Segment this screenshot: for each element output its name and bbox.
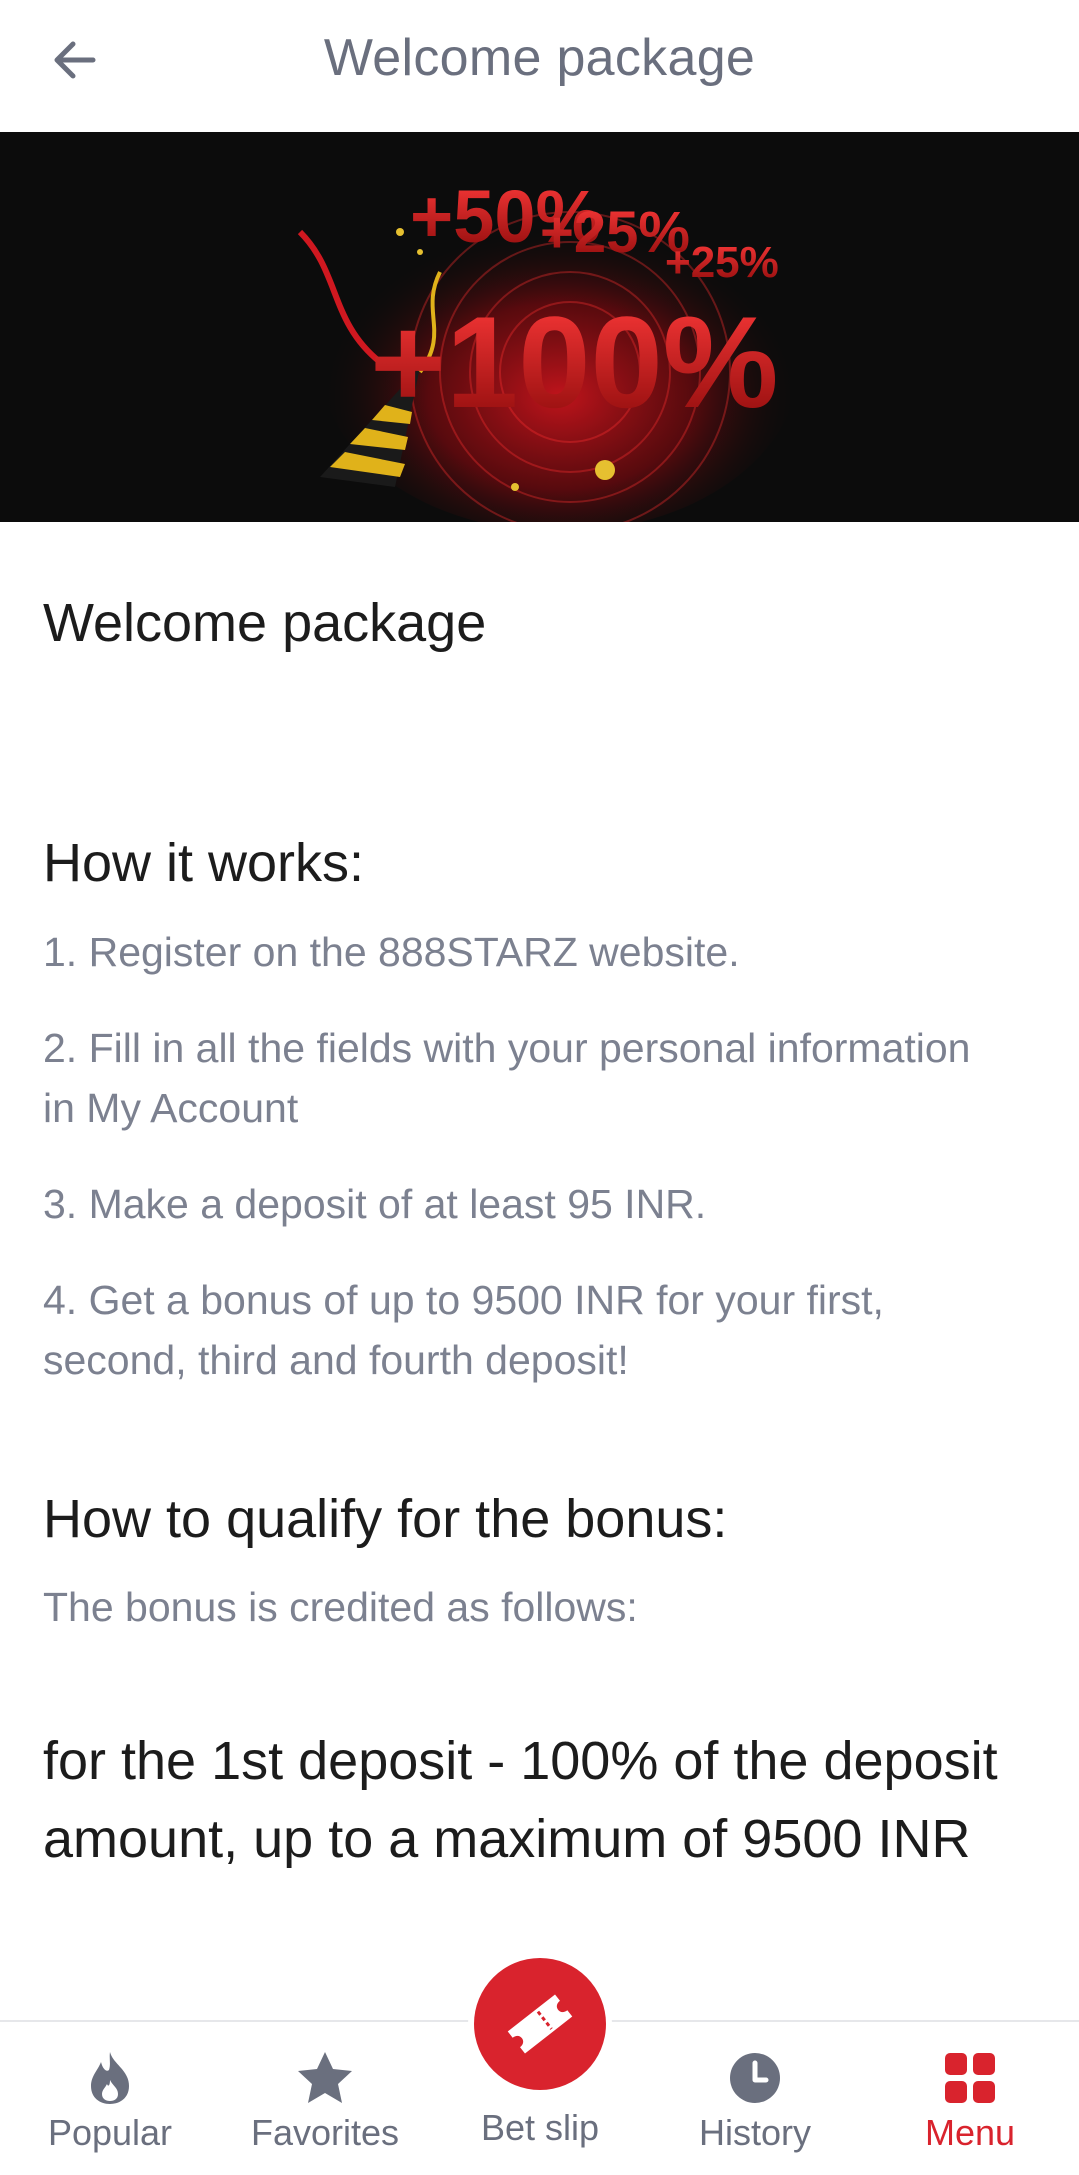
banner-plus100-text: +100% — [370, 289, 778, 435]
nav-menu[interactable]: Menu — [900, 2022, 1040, 2175]
flame-icon — [91, 2052, 129, 2104]
how-it-works-heading: How it works: — [43, 833, 365, 893]
bet-slip-button[interactable] — [474, 1958, 606, 2090]
promo-title: Welcome package — [43, 593, 487, 653]
grid-icon — [945, 2053, 995, 2103]
step-4: 4. Get a bonus of up to 9500 INR for you… — [43, 1277, 884, 1383]
nav-popular-label: Popular — [47, 2112, 173, 2153]
bonus-credited-note: The bonus is credited as follows: — [43, 1584, 638, 1630]
ticket-icon — [507, 1994, 573, 2054]
nav-menu-label: Menu — [924, 2112, 1016, 2153]
step-3: 3. Make a deposit of at least 95 INR. — [43, 1181, 707, 1227]
clock-icon — [730, 2053, 780, 2103]
promo-banner-image: +50% +25% +25% +100% — [0, 132, 1079, 522]
star-icon — [298, 2052, 352, 2103]
first-deposit-bonus: for the 1st deposit - 100% of the deposi… — [43, 1731, 998, 1869]
app-header: Welcome package — [0, 0, 1079, 132]
nav-bet-slip-label[interactable]: Bet slip — [440, 2107, 640, 2149]
banner-plus25-small-text: +25% — [665, 238, 779, 287]
step-1: 1. Register on the 888STARZ website. — [43, 929, 740, 975]
step-2: 2. Fill in all the fields with your pers… — [43, 1025, 971, 1131]
page-title: Welcome package — [323, 29, 756, 87]
nav-favorites-label: Favorites — [250, 2112, 400, 2153]
qualify-heading: How to qualify for the bonus: — [43, 1489, 728, 1549]
nav-history[interactable]: History — [680, 2022, 830, 2175]
nav-popular[interactable]: Popular — [30, 2022, 190, 2175]
nav-favorites[interactable]: Favorites — [240, 2022, 410, 2175]
nav-history-label: History — [698, 2112, 811, 2153]
